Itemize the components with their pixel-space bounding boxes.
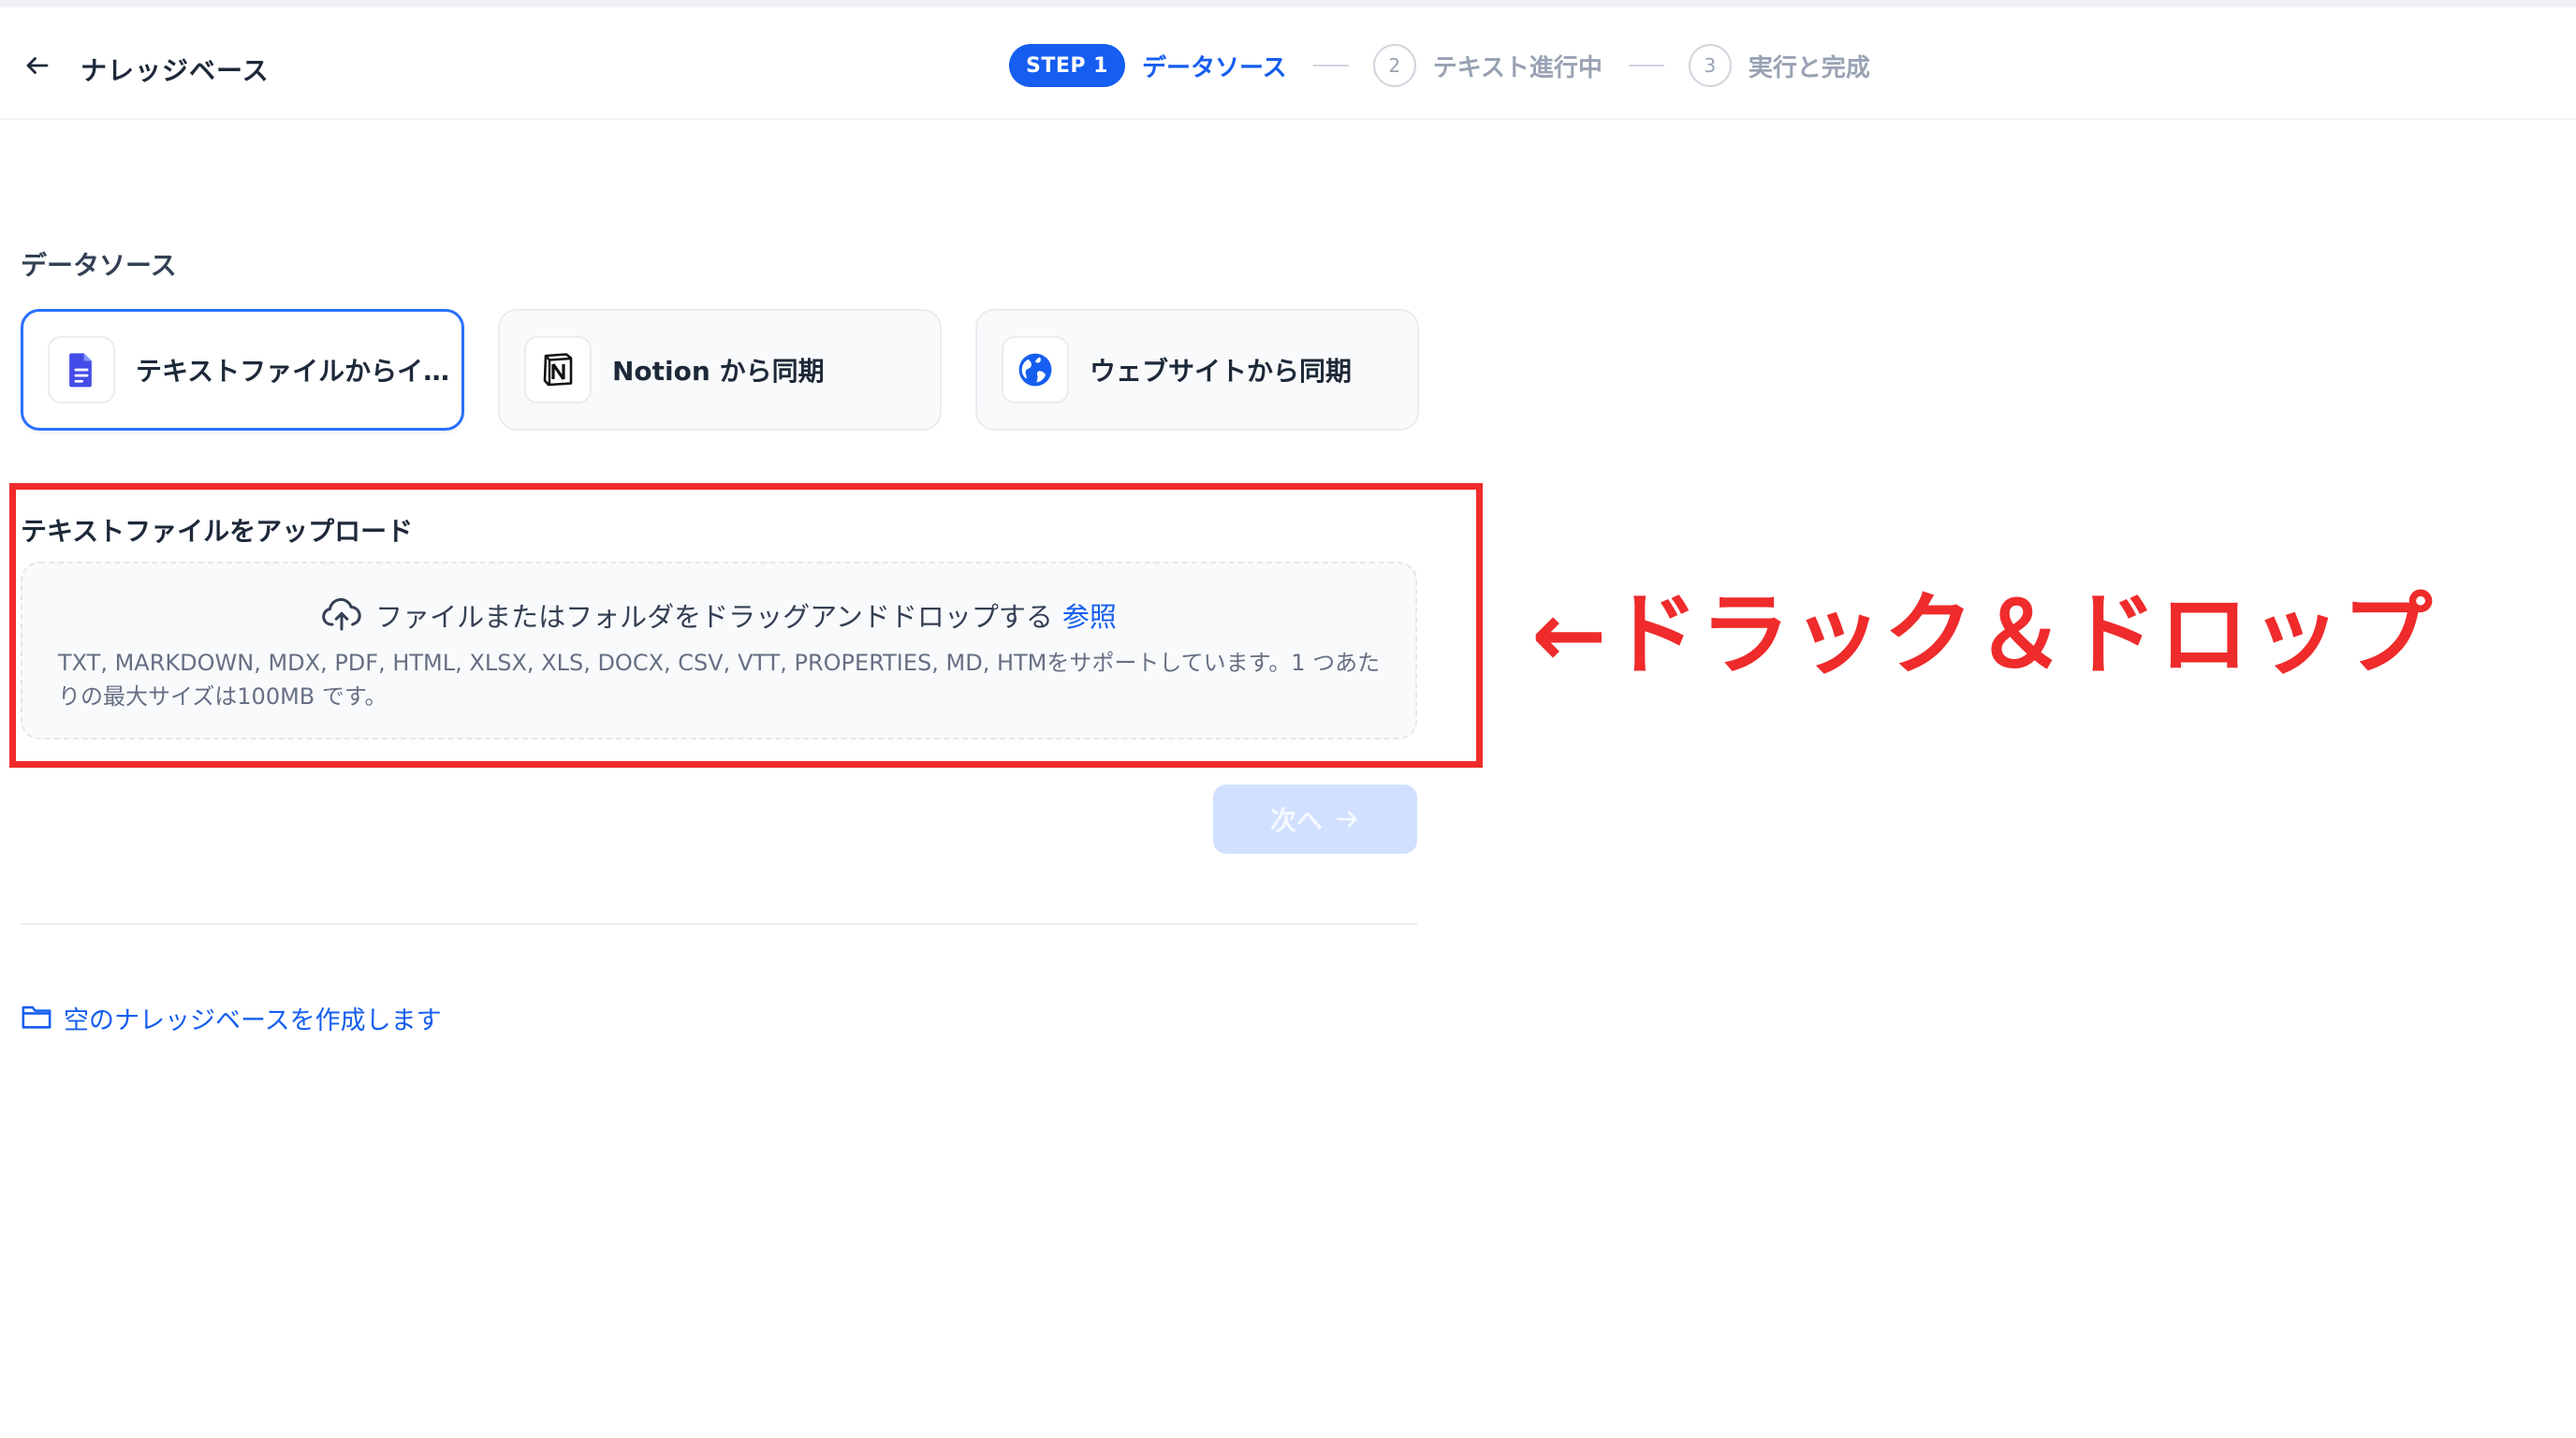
source-option-text-file[interactable]: テキストファイルからイン… <box>21 309 464 431</box>
back-button[interactable] <box>17 47 58 88</box>
page: ナレッジベース STEP 1 データソース 2 テキスト進行中 3 実行と完成 … <box>0 0 2576 1438</box>
step-connector <box>1312 65 1349 66</box>
source-option-label: Notion から同期 <box>612 356 825 387</box>
source-option-website[interactable]: ウェブサイトから同期 <box>975 309 1419 431</box>
arrow-right-icon <box>1334 806 1360 832</box>
source-option-notion[interactable]: Notion から同期 <box>498 309 942 431</box>
step-connector <box>1628 65 1664 66</box>
annotation-text: ←ドラック＆ドロップ <box>1531 582 2435 687</box>
notion-icon <box>524 336 592 404</box>
step-2-number: 2 <box>1372 44 1416 87</box>
globe-icon <box>1002 336 1069 404</box>
annotation-highlight-box <box>9 483 1483 768</box>
stepper: STEP 1 データソース 2 テキスト進行中 3 実行と完成 <box>1009 43 1870 88</box>
arrow-left-icon <box>23 51 51 83</box>
divider <box>21 923 1417 925</box>
step-1-label: データソース <box>1141 53 1287 82</box>
data-source-title: データソース <box>21 250 177 281</box>
next-button[interactable]: 次へ <box>1213 785 1417 854</box>
create-empty-knowledge-base-label: 空のナレッジベースを作成します <box>64 1006 442 1035</box>
step-1-badge: STEP 1 <box>1009 44 1125 87</box>
source-option-label: ウェブサイトから同期 <box>1090 356 1353 387</box>
step-2-label: テキスト進行中 <box>1432 53 1603 82</box>
page-title: ナレッジベース <box>80 55 270 86</box>
create-empty-knowledge-base-link[interactable]: 空のナレッジベースを作成します <box>21 1000 442 1036</box>
step-3-label: 実行と完成 <box>1748 53 1870 82</box>
folder-icon <box>21 1003 52 1034</box>
header: ナレッジベース STEP 1 データソース 2 テキスト進行中 3 実行と完成 <box>0 7 2576 120</box>
source-option-label: テキストファイルからイン… <box>136 356 454 387</box>
next-button-label: 次へ <box>1269 805 1323 836</box>
top-strip <box>0 0 2576 7</box>
file-text-icon <box>48 336 115 404</box>
step-3-number: 3 <box>1688 44 1732 87</box>
